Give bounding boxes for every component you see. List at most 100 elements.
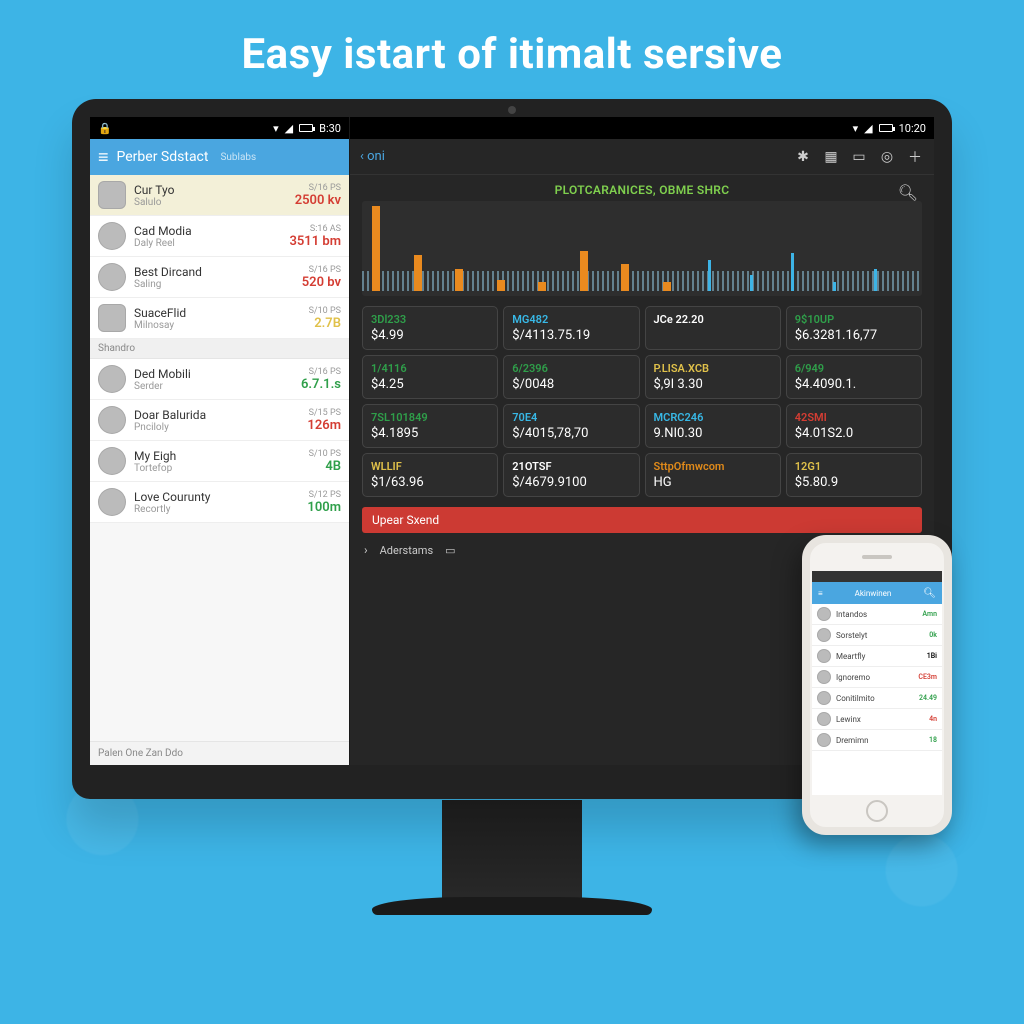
list-item[interactable]: Lewinx4n: [812, 709, 942, 730]
chart[interactable]: [362, 201, 922, 296]
item-value: CE3m: [918, 673, 937, 681]
back-button[interactable]: ‹ oni: [360, 149, 385, 164]
tile-price: $4.25: [371, 377, 489, 392]
tile[interactable]: 6/2396 $/0048: [503, 355, 639, 399]
list-item[interactable]: Cad ModiaDaly ReelS:16 AS3511 bm: [90, 216, 349, 257]
battery-icon: [299, 124, 313, 132]
tile-code: 1/4116: [371, 362, 489, 375]
chart-bar: [414, 255, 422, 291]
tile[interactable]: 12G1$5.80.9: [786, 453, 922, 497]
item-title: Doar Balurida: [134, 408, 299, 422]
tile[interactable]: MG482$/4113.75.19: [503, 306, 639, 350]
list-item[interactable]: IntandosAmn: [812, 604, 942, 625]
list-item[interactable]: Best DircandSalingS/16 PS520 bv: [90, 257, 349, 298]
tile-code: 7SL101849: [371, 411, 489, 424]
chart-bar: [874, 269, 877, 292]
tile[interactable]: 42SMI$4.01S2.0: [786, 404, 922, 448]
tile[interactable]: 21OTSF$/4679.9100: [503, 453, 639, 497]
app-subtitle: Sublabs: [220, 152, 256, 163]
item-time: S/16 PS: [295, 183, 341, 193]
avatar: [817, 607, 831, 621]
tile-code: 3Dl233: [371, 313, 489, 326]
phone-mockup: ≡ Akinwinen 🔍︎ IntandosAmnSorstelyt0kMea…: [802, 535, 952, 835]
tile-code: 6/2396: [512, 362, 630, 375]
home-button[interactable]: [866, 800, 888, 822]
tile-price: HG: [654, 475, 772, 490]
phone-list[interactable]: IntandosAmnSorstelyt0kMeartfly1BiIgnorem…: [812, 604, 942, 751]
item-title: Lewinx: [836, 715, 924, 724]
avatar: [98, 263, 126, 291]
item-title: Best Dircand: [134, 265, 294, 279]
tile-code: MG482: [512, 313, 630, 326]
tile-price: $4.4090.1.: [795, 377, 913, 392]
bottom-label[interactable]: Aderstams: [380, 544, 434, 557]
phone-status-bar: [812, 571, 942, 582]
avatar: [817, 670, 831, 684]
right-header: ‹ oni ✱ ▦ ▭ ◎ ＋: [350, 139, 934, 175]
tile[interactable]: 9$10UP$6.3281.16,77: [786, 306, 922, 350]
tile[interactable]: 6/949$4.4090.1.: [786, 355, 922, 399]
chevron-right-icon[interactable]: ›: [364, 543, 368, 557]
avatar: [817, 649, 831, 663]
hero-title: Easy istart of itimalt sersive: [0, 0, 1024, 99]
tile-price: $/0048: [512, 377, 630, 392]
plus-icon[interactable]: ＋: [906, 148, 924, 166]
list-item[interactable]: IgnoremoCE3m: [812, 667, 942, 688]
card-icon[interactable]: ▭: [445, 544, 455, 557]
item-time: S/10 PS: [309, 306, 341, 316]
tile[interactable]: 70E4$/4015,78,70: [503, 404, 639, 448]
tile[interactable]: WLLIF$1/63.96: [362, 453, 498, 497]
tile[interactable]: SttpOfmwcomHG: [645, 453, 781, 497]
star-icon[interactable]: ✱: [794, 148, 812, 166]
search-icon[interactable]: 🔍︎: [898, 183, 918, 202]
item-value: 126m: [307, 418, 341, 433]
list-item[interactable]: My EighTortefopS/10 PS4B: [90, 441, 349, 482]
tile[interactable]: 7SL101849 $4.1895: [362, 404, 498, 448]
item-time: S/12 PS: [307, 490, 341, 500]
item-title: Cur Tyo: [134, 183, 287, 197]
left-footer: Palen One Zan Ddo: [90, 741, 349, 765]
search-icon[interactable]: 🔍︎: [923, 588, 936, 599]
wifi-icon: ▾: [273, 122, 279, 135]
tile-code: WLLIF: [371, 460, 489, 473]
list-item[interactable]: Ded MobiliSerderS/16 PS6.7.1.s: [90, 359, 349, 400]
tile[interactable]: P.LISA.XCB$,9I 3.30: [645, 355, 781, 399]
target-icon[interactable]: ◎: [878, 148, 896, 166]
left-list[interactable]: Cur TyoSaluloS/16 PS2500 kvCad ModiaDaly…: [90, 175, 349, 741]
tile[interactable]: MCRC2469.NI0.30: [645, 404, 781, 448]
alert-bar[interactable]: Upear Sxend: [362, 507, 922, 533]
tile-code: 42SMI: [795, 411, 913, 424]
app-title: Perber Sdstact: [117, 149, 209, 165]
item-value: 4B: [309, 459, 341, 474]
card-icon[interactable]: ▭: [850, 148, 868, 166]
tile[interactable]: JCe 22.20: [645, 306, 781, 350]
chart-bar: [708, 260, 711, 292]
hamburger-icon[interactable]: ≡: [818, 589, 823, 598]
chart-bar: [538, 282, 546, 291]
chart-bar: [750, 275, 753, 291]
tile[interactable]: 3Dl233$4.99: [362, 306, 498, 350]
grid-icon[interactable]: ▦: [822, 148, 840, 166]
hamburger-icon[interactable]: ≡: [98, 147, 109, 168]
chart-bar: [580, 251, 588, 292]
item-title: Ded Mobili: [134, 367, 293, 381]
tile[interactable]: 1/4116 $4.25: [362, 355, 498, 399]
list-item[interactable]: Doar BaluridaPncilolyS/15 PS126m: [90, 400, 349, 441]
item-value: 2500 kv: [295, 193, 341, 208]
list-item[interactable]: Meartfly1Bi: [812, 646, 942, 667]
list-item[interactable]: Love CouruntyRecortlyS/12 PS100m: [90, 482, 349, 523]
status-bar-right: ▾ ◢ 10:20: [350, 117, 934, 139]
list-item[interactable]: Cur TyoSaluloS/16 PS2500 kv: [90, 175, 349, 216]
item-title: SuaceFlid: [134, 306, 301, 320]
list-item[interactable]: Conitilmito24.49: [812, 688, 942, 709]
signal-icon: ◢: [864, 122, 872, 135]
chart-bar: [621, 264, 629, 291]
list-item[interactable]: Dremimn18: [812, 730, 942, 751]
list-item[interactable]: Sorstelyt0k: [812, 625, 942, 646]
list-item[interactable]: SuaceFlidMilnosayS/10 PS2.7B: [90, 298, 349, 339]
item-title: Conitilmito: [836, 694, 914, 703]
clock: 10:20: [899, 122, 926, 135]
item-title: Meartfly: [836, 652, 922, 661]
tile-price: $4.1895: [371, 426, 489, 441]
item-value: 100m: [307, 500, 341, 515]
